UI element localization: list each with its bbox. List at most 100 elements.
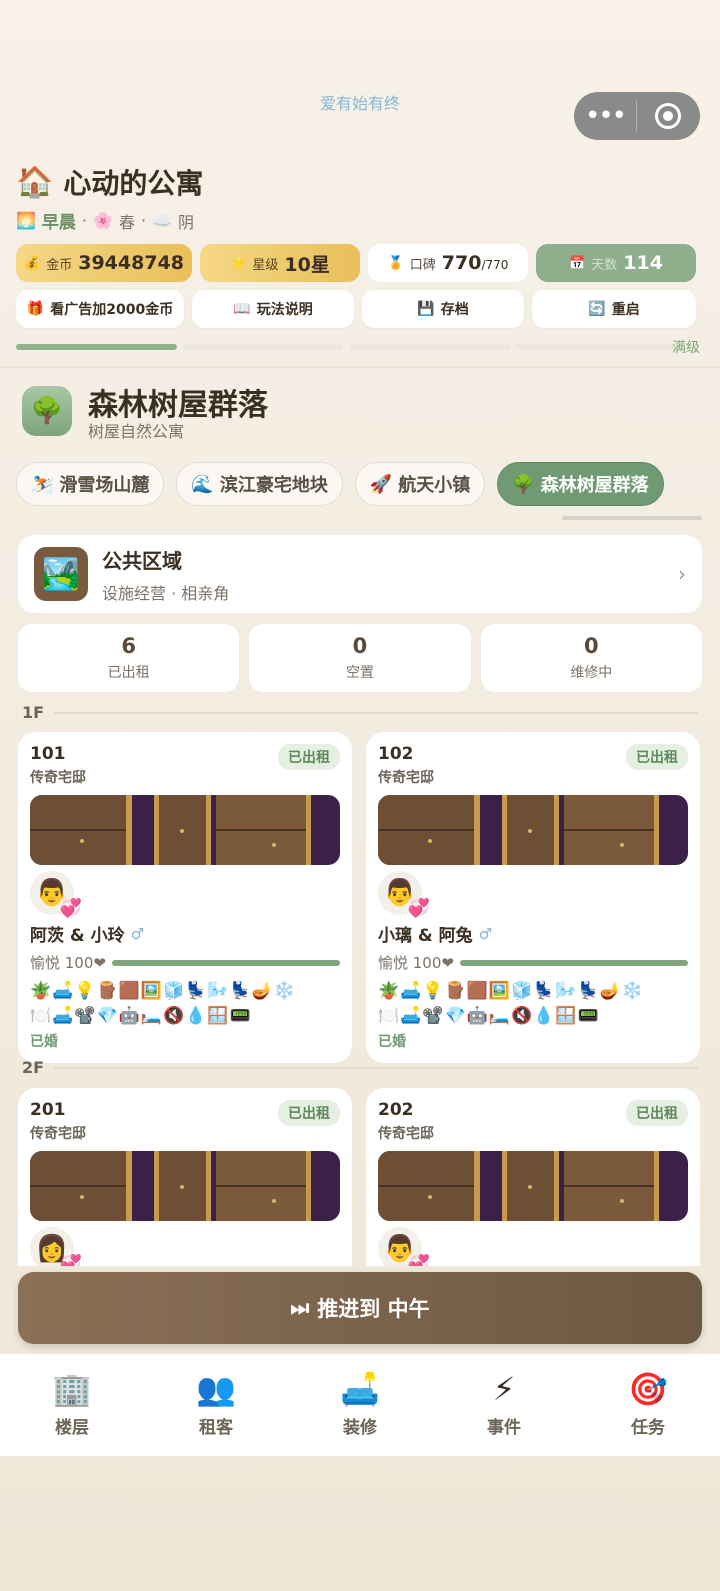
tenant-avatars: 👩 💞 xyxy=(30,1227,340,1266)
mood-text: 愉悦 100❤ xyxy=(30,954,106,972)
sofa-icon: 🛋️ xyxy=(340,1369,380,1408)
house-icon: 🏠 xyxy=(16,164,54,200)
avatar[interactable]: 👨 💞 xyxy=(30,871,82,919)
male-icon: ♂ xyxy=(130,924,145,943)
count-value: 6 xyxy=(121,634,136,658)
couple-heart-icon: 💞 xyxy=(59,1254,82,1266)
chevron-right-icon: › xyxy=(678,562,686,586)
save-button[interactable]: 💾 存档 xyxy=(362,290,524,328)
nav-tenants[interactable]: 👥 租客 xyxy=(144,1354,288,1456)
nav-decor[interactable]: 🛋️ 装修 xyxy=(288,1354,432,1456)
tree-icon: 🌳 xyxy=(22,386,72,436)
restart-label: 重启 xyxy=(611,302,640,318)
rented-count: 6 已出租 xyxy=(18,624,240,692)
floor-line xyxy=(54,711,698,714)
wave-icon: 🌊 xyxy=(191,473,214,495)
tab-label: 森林树屋群落 xyxy=(540,475,649,496)
nav-tasks[interactable]: 🎯 任务 xyxy=(576,1354,720,1456)
room-card-202[interactable]: 202 传奇宅邸 已出租 👨 💞 xyxy=(366,1088,700,1266)
watch-ad-button[interactable]: 🎁 看广告加2000金币 xyxy=(16,290,184,328)
tenant-avatars: 👨 💞 xyxy=(30,871,340,919)
restart-button[interactable]: 🔄 重启 xyxy=(532,290,696,328)
nav-label: 任务 xyxy=(631,1417,665,1438)
separator: · xyxy=(140,211,147,230)
star-label: 星级 xyxy=(252,257,279,273)
progress-segment xyxy=(349,344,510,350)
mood-text: 愉悦 100❤ xyxy=(378,954,454,972)
mini-program-capsule: ••• xyxy=(574,92,700,140)
season: 春 xyxy=(118,212,135,232)
divider xyxy=(0,366,720,368)
tenant-names-text: 小璃 & 阿兔 xyxy=(378,926,473,946)
skier-icon: ⛷️ xyxy=(31,473,54,495)
status-badge: 已出租 xyxy=(278,1100,340,1126)
room-door-image xyxy=(378,1151,688,1221)
count-value: 0 xyxy=(584,634,599,658)
reputation-value: 770/770 xyxy=(442,252,509,274)
gold-label: 金币 xyxy=(46,257,73,273)
advance-time-button[interactable]: ⏭ 推进到 中午 xyxy=(18,1272,702,1344)
avatar[interactable]: 👩 💞 xyxy=(30,1227,82,1266)
star-value: 10星 xyxy=(284,253,330,276)
public-area-card[interactable]: 🏞️ 公共区域 设施经营 · 相亲角 › xyxy=(18,535,702,613)
tenant-names-text: 阿茨 & 小玲 xyxy=(30,926,125,946)
reputation-stat: 🏅 口碑 770/770 xyxy=(368,244,528,282)
medal-icon: 🏅 xyxy=(387,255,404,271)
furniture-row: 🪴🛋️💡🪵🟫🖼️🧊💺🌬️💺🪔❄️ xyxy=(30,981,297,1001)
count-label: 空置 xyxy=(345,665,374,681)
more-menu-icon[interactable]: ••• xyxy=(574,92,636,140)
room-counts: 6 已出租 0 空置 0 维修中 xyxy=(18,624,702,692)
room-type: 传奇宅邸 xyxy=(378,770,434,786)
count-label: 维修中 xyxy=(570,665,613,681)
title-text: 心动的公寓 xyxy=(63,167,204,200)
room-list[interactable]: 101 传奇宅邸 已出租 👨 💞 阿茨 & 小玲 ♂ 愉悦 100❤ 🪴🛋️💡🪵🟫🖼… xyxy=(0,720,720,1266)
furniture-icons: 🪴🛋️💡🪵🟫🖼️🧊💺🌬️💺🪔❄️ 🍽️🛋️📽️💎🤖🛏️🔇💧🪟📟 xyxy=(30,979,340,1029)
room-type: 传奇宅邸 xyxy=(30,770,86,786)
star-icon: ⭐ xyxy=(230,255,247,271)
room-card-102[interactable]: 102 传奇宅邸 已出租 👨 💞 小璃 & 阿兔 ♂ 愉悦 100❤ 🪴🛋️💡🪵🟫🖼… xyxy=(366,732,700,1063)
repair-count: 0 维修中 xyxy=(480,624,702,692)
rocket-icon: 🚀 xyxy=(369,473,393,495)
male-icon: ♂ xyxy=(478,924,493,943)
mood-bar xyxy=(459,959,688,966)
zone-subtitle: 树屋自然公寓 xyxy=(88,422,185,441)
days-value: 114 xyxy=(623,252,663,274)
building-icon: 🏢 xyxy=(52,1369,92,1408)
furniture-icons: 🪴🛋️💡🪵🟫🖼️🧊💺🌬️💺🪔❄️ 🍽️🛋️📽️💎🤖🛏️🔇💧🪟📟 xyxy=(378,979,688,1029)
nav-floors[interactable]: 🏢 楼层 xyxy=(0,1354,144,1456)
gold-stat: 💰 金币 39448748 xyxy=(16,244,192,282)
nav-label: 事件 xyxy=(487,1417,521,1438)
couple-heart-icon: 💞 xyxy=(407,898,430,919)
furniture-row: 🪴🛋️💡🪵🟫🖼️🧊💺🌬️💺🪔❄️ xyxy=(378,981,645,1001)
mood-bar xyxy=(111,959,340,966)
tab-ski-resort[interactable]: ⛷️ 滑雪场山麓 xyxy=(16,462,165,506)
furniture-row: 🍽️🛋️📽️💎🤖🛏️🔇💧🪟📟 xyxy=(30,1006,252,1026)
avatar[interactable]: 👨 💞 xyxy=(378,871,430,919)
tabs-scrollbar[interactable] xyxy=(562,516,702,520)
tenant-avatars: 👨 💞 xyxy=(378,871,688,919)
advance-label: 推进到 中午 xyxy=(317,1297,430,1321)
fast-forward-icon: ⏭ xyxy=(290,1295,310,1320)
sunrise-icon: 🌅 xyxy=(16,211,36,230)
couple-heart-icon: 💞 xyxy=(407,1254,430,1266)
gift-icon: 🎁 xyxy=(26,301,45,317)
reputation-max: /770 xyxy=(481,258,509,272)
blossom-icon: 🌸 xyxy=(93,211,113,230)
tab-forest-treehouse[interactable]: 🌳 森林树屋群落 xyxy=(497,462,664,506)
close-app-icon[interactable] xyxy=(637,103,699,129)
weather: 阴 xyxy=(177,212,194,232)
room-door-image xyxy=(30,795,340,865)
room-type: 传奇宅邸 xyxy=(378,1126,434,1142)
progress-segment xyxy=(182,344,343,350)
tenant-names: 阿茨 & 小玲 ♂ xyxy=(30,921,340,947)
tab-riverside[interactable]: 🌊 滨江豪宅地块 xyxy=(176,462,343,506)
tab-space-town[interactable]: 🚀 航天小镇 xyxy=(354,462,486,506)
nav-events[interactable]: ⚡ 事件 xyxy=(432,1354,576,1456)
guide-button[interactable]: 📖 玩法说明 xyxy=(192,290,354,328)
refresh-icon: 🔄 xyxy=(588,301,606,317)
avatar[interactable]: 👨 💞 xyxy=(378,1227,430,1266)
room-card-201[interactable]: 201 传奇宅邸 已出租 👩 💞 xyxy=(18,1088,352,1266)
room-card-101[interactable]: 101 传奇宅邸 已出租 👨 💞 阿茨 & 小玲 ♂ 愉悦 100❤ 🪴🛋️💡🪵🟫🖼… xyxy=(18,732,352,1063)
mood-row: 愉悦 100❤ xyxy=(30,952,340,973)
save-label: 存档 xyxy=(440,302,469,318)
